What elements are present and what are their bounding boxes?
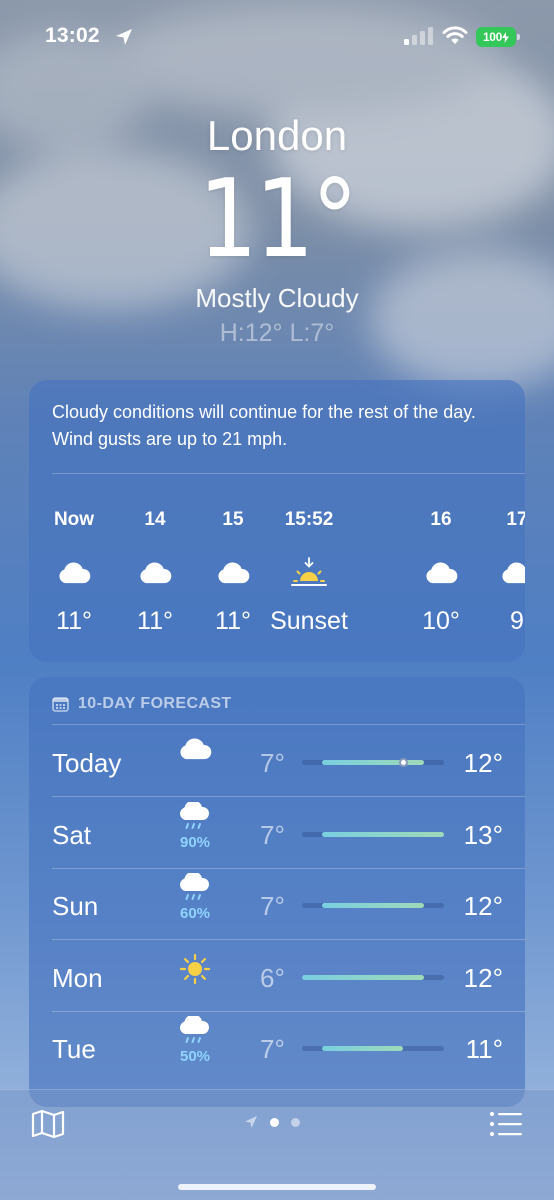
cloud-icon: [126, 556, 184, 590]
map-icon[interactable]: [31, 1109, 65, 1139]
forecast-high: 11°: [465, 1034, 503, 1064]
hour-item: Now 11°: [45, 508, 103, 636]
forecast-low: 7°: [260, 1034, 285, 1064]
current-temperature: 11°: [198, 157, 358, 282]
forecast-row[interactable]: Today 7° 12°: [29, 726, 525, 797]
hour-temperature: Sunset: [270, 607, 348, 635]
forecast-header: 10-DAY FORECAST: [52, 695, 232, 713]
temperature-range-bar: [302, 903, 444, 908]
forecast-low: 7°: [260, 819, 285, 850]
forecast-day: Tue: [52, 1034, 96, 1064]
temperature-range-fill: [322, 903, 424, 908]
city-name: London: [206, 112, 348, 159]
status-bar: 13:02 100: [0, 0, 554, 74]
forecast-row[interactable]: Sat 90% 7° 13°: [29, 798, 525, 869]
forecast-low: 7°: [260, 891, 285, 921]
high-low-text: H:12° L:7°: [219, 319, 335, 347]
hour-label: 15:52: [284, 509, 334, 530]
home-indicator[interactable]: [178, 1184, 376, 1190]
cloud-rain-icon: [175, 1014, 215, 1051]
page-dot-active[interactable]: [270, 1117, 279, 1127]
temperature-range-bar: [302, 831, 444, 837]
hour-label: Now: [53, 509, 95, 530]
forecast-day: Sat: [52, 819, 92, 850]
precip-chance: 60%: [179, 905, 211, 922]
status-time: 13:02: [45, 24, 100, 47]
hour-label: 16: [430, 509, 452, 530]
forecast-icon-wrap: [175, 953, 215, 990]
temperature-range-bar: [302, 758, 444, 767]
forecast-icon-wrap: 50%: [175, 1014, 215, 1065]
forecast-day: Mon: [52, 962, 103, 993]
condition-text: Mostly Cloudy: [195, 283, 359, 313]
hour-temperature: 10°: [422, 607, 460, 635]
calendar-icon: [52, 697, 69, 712]
forecast-row[interactable]: Sun 60% 7° 12°: [29, 869, 525, 940]
weather-summary: Cloudy conditions will continue for the …: [52, 402, 476, 449]
hour-label: 17: [506, 509, 525, 530]
temperature-range-fill: [322, 831, 444, 837]
forecast-high: 13°: [463, 819, 503, 850]
current-temp-marker: [398, 758, 408, 767]
forecast-high: 12°: [463, 962, 503, 993]
hourly-forecast-card[interactable]: Cloudy conditions will continue for the …: [29, 380, 525, 662]
temperature-range-bar: [302, 1046, 444, 1051]
forecast-icon-wrap: 90%: [175, 799, 215, 851]
hour-label: 14: [144, 509, 166, 530]
forecast-icon-wrap: 60%: [175, 871, 215, 922]
cloud-rain-icon: [175, 799, 215, 837]
divider: [52, 724, 525, 725]
precip-chance: 50%: [179, 1048, 211, 1065]
cloud-icon: [488, 556, 525, 590]
forecast-low: 7°: [260, 748, 285, 778]
hourly-scroller[interactable]: Now 11° 14 11° 15 11° 15:52 Sunset 16 10° 17 9: [29, 508, 525, 648]
temperature-range-fill: [302, 974, 424, 980]
wifi-icon: [442, 26, 468, 44]
cellular-signal-icon: [404, 27, 433, 45]
forecast-row[interactable]: Mon 6° 12°: [29, 941, 525, 1012]
forecast-high: 12°: [463, 748, 503, 778]
temperature-range-fill: [322, 1046, 404, 1051]
sunset-icon: [254, 556, 364, 590]
temperature-range-bar: [302, 974, 444, 980]
forecast-high: 12°: [463, 891, 503, 921]
bottom-toolbar: [0, 1089, 554, 1200]
precip-chance: 90%: [179, 833, 211, 851]
forecast-day: Sun: [52, 891, 99, 921]
cloud-icon: [412, 556, 470, 590]
sun-icon: [175, 953, 215, 990]
charging-bolt-icon: [502, 31, 510, 43]
forecast-row[interactable]: Tue 50% 7° 11°: [29, 1012, 525, 1083]
hour-item: 15:52 Sunset: [254, 508, 364, 636]
forecast-low: 6°: [260, 962, 285, 993]
cloud-icon: [45, 556, 103, 590]
battery-level: 100: [482, 30, 503, 44]
forecast-icon-wrap: [175, 738, 215, 765]
list-icon[interactable]: [489, 1110, 523, 1138]
divider: [52, 473, 525, 474]
forecast-day: Today: [52, 748, 122, 778]
location-arrow-icon: [116, 29, 132, 45]
hour-item: 14 11°: [126, 508, 184, 636]
hour-temperature: 9: [510, 607, 524, 635]
battery-indicator: 100: [476, 27, 520, 47]
location-page-icon: [245, 1116, 257, 1128]
hour-temperature: 11°: [56, 607, 92, 635]
hour-item: 16 10°: [412, 508, 470, 636]
hour-temperature: 11°: [137, 607, 173, 635]
cloud-icon: [175, 738, 215, 765]
ten-day-forecast-card[interactable]: 10-DAY FORECAST Today 7° 12° Sat 90% 7° 13° Sun…: [29, 677, 525, 1107]
hour-item: 17 9: [488, 508, 525, 636]
current-weather: London 11° Mostly Cloudy H:12° L:7°: [0, 110, 554, 348]
forecast-header-label: 10-DAY FORECAST: [78, 695, 232, 712]
cloud-rain-icon: [175, 871, 215, 908]
page-indicator[interactable]: [244, 1115, 300, 1129]
page-dot[interactable]: [291, 1117, 300, 1127]
temperature-range-fill: [322, 760, 424, 765]
